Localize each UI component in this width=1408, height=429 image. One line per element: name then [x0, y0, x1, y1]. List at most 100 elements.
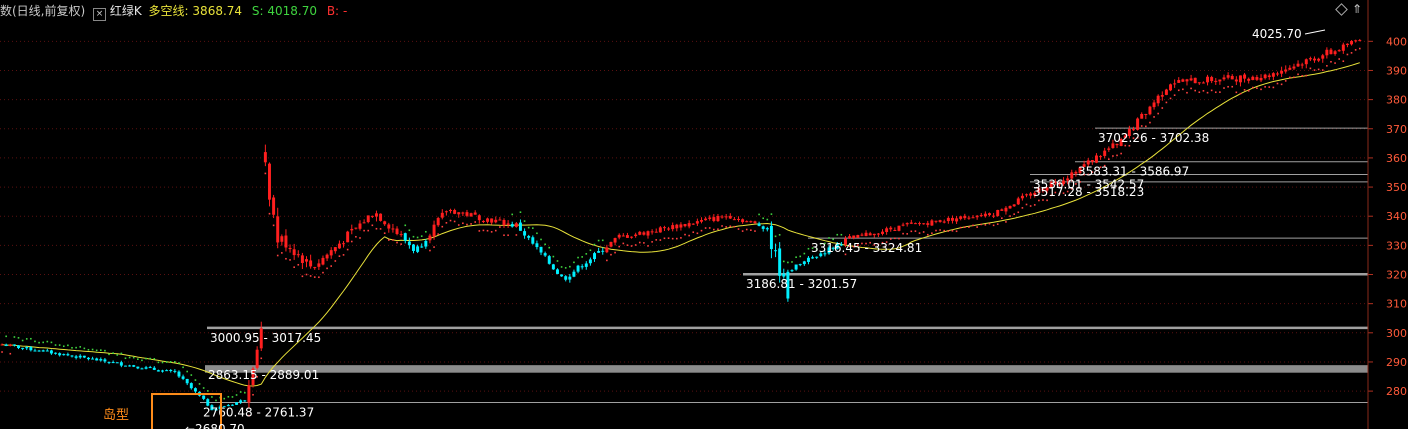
stop-dot — [569, 265, 571, 268]
stop-dot — [190, 374, 193, 376]
candle-body — [712, 217, 716, 221]
stop-dot — [388, 239, 390, 241]
candle-body — [1304, 59, 1308, 65]
candle-body — [1173, 83, 1177, 85]
stop-dot — [437, 233, 439, 235]
stop-dot — [161, 361, 164, 364]
stop-dot — [281, 252, 283, 254]
stop-dot — [313, 276, 316, 278]
stop-dot — [268, 212, 271, 215]
candle-body — [1074, 171, 1078, 174]
stop-dot — [334, 260, 337, 262]
stop-dot — [1247, 90, 1250, 92]
stop-dot — [396, 241, 398, 244]
stop-dot — [108, 353, 110, 356]
stop-dot — [449, 219, 452, 222]
stop-dot — [556, 260, 559, 262]
stop-dot — [91, 348, 94, 351]
stop-dot — [713, 228, 715, 231]
stop-dot — [643, 242, 645, 244]
stop-dot — [149, 357, 151, 360]
stop-dot — [1140, 125, 1143, 127]
candle-body — [934, 220, 938, 222]
stop-dot — [828, 237, 830, 239]
candle-body — [296, 254, 300, 256]
candle-body — [794, 264, 798, 270]
stop-dot — [634, 244, 637, 246]
candle-body — [671, 225, 675, 230]
candle-body — [1259, 77, 1263, 81]
candle-body — [938, 220, 942, 222]
stop-dot — [1235, 91, 1238, 94]
candle-body — [1251, 76, 1255, 80]
candle-body — [1276, 73, 1279, 75]
candle-body — [926, 223, 930, 225]
candle-body — [901, 224, 905, 226]
candle-body — [280, 236, 284, 242]
candle-body — [1132, 129, 1135, 131]
candle-body — [486, 218, 490, 222]
stop-dot — [1358, 47, 1361, 50]
candle-body — [897, 225, 901, 231]
candle-body — [909, 222, 913, 224]
candle-body — [481, 220, 485, 222]
candle-body — [811, 257, 815, 259]
stop-dot — [787, 261, 789, 264]
stop-dot — [239, 391, 242, 393]
stop-dot — [95, 349, 98, 352]
candle-body — [802, 261, 806, 265]
stop-dot — [889, 238, 892, 240]
candle-body — [1140, 113, 1144, 119]
stop-dot — [322, 271, 324, 274]
candle-body — [971, 217, 975, 219]
candle-body — [490, 218, 494, 223]
candle-body — [741, 219, 745, 223]
stop-dot — [774, 235, 777, 238]
candle-body — [37, 350, 41, 352]
stop-dot — [1243, 89, 1246, 91]
stop-dot — [1145, 125, 1147, 128]
candle-body — [366, 215, 370, 223]
candle-body — [111, 362, 115, 364]
stop-dot — [490, 231, 493, 233]
candle-body — [642, 232, 646, 235]
stop-dot — [964, 226, 966, 228]
stop-dot — [1013, 213, 1015, 215]
candle-body — [74, 356, 78, 358]
candle-body — [761, 226, 765, 229]
stop-dot — [519, 211, 522, 213]
candle-body — [695, 221, 699, 224]
candle-body — [1201, 82, 1205, 84]
stop-dot — [515, 234, 518, 236]
candle-body — [1107, 148, 1111, 150]
stop-dot — [346, 248, 349, 251]
candle-body — [584, 263, 588, 267]
candle-body — [21, 347, 25, 349]
candle-body — [1206, 76, 1210, 83]
stop-dot — [638, 241, 641, 244]
stop-dot — [169, 360, 172, 363]
candle-body — [1025, 194, 1028, 196]
candle-body — [1008, 205, 1012, 209]
candle-body — [749, 221, 753, 223]
candle-body — [737, 218, 740, 220]
y-tick-label: 370 — [1386, 123, 1407, 136]
stop-dot — [959, 226, 962, 229]
candle-body — [202, 395, 206, 399]
stop-dot — [1354, 49, 1357, 51]
stop-dot — [309, 275, 312, 277]
candle-body — [91, 358, 95, 360]
candle-body — [362, 222, 366, 224]
stop-dot — [1231, 85, 1234, 88]
candle-body — [161, 370, 164, 372]
stop-dot — [622, 242, 625, 245]
candle-body — [477, 215, 481, 221]
stop-dot — [1116, 154, 1118, 157]
candle-body — [461, 212, 465, 214]
stop-dot — [425, 230, 427, 233]
candle-body — [1160, 95, 1164, 97]
candle-body — [407, 241, 411, 246]
stop-dot — [548, 246, 551, 249]
stop-dot — [338, 255, 341, 257]
stop-dot — [527, 226, 530, 229]
